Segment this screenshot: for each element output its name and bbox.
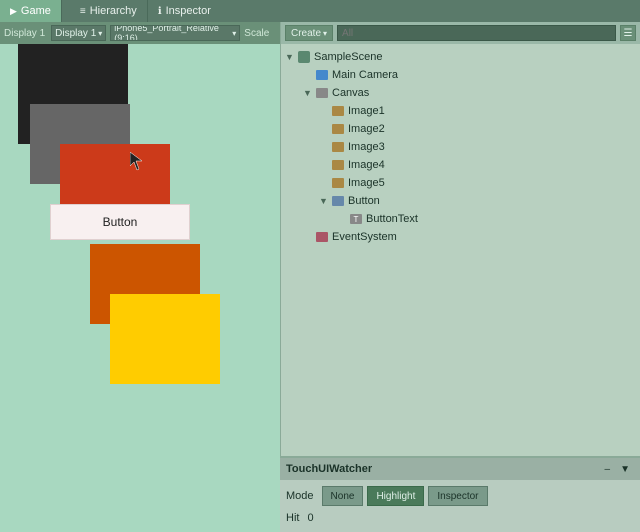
top-tab-bar: ▶ Game ≡ Hierarchy ℹ Inspector (0, 0, 640, 22)
canvas-icon (315, 86, 329, 100)
camera-icon (315, 68, 329, 82)
inspector-tab-label: Inspector (166, 5, 211, 17)
touchui-controls: – ▼ (601, 464, 634, 475)
scene-label: SampleScene (314, 51, 383, 63)
hierarchy-content: ▼ SampleScene ▶ Main Camera ▼ Canvas (281, 44, 640, 456)
hierarchy-toolbar: Create ▾ ☰ (281, 22, 640, 44)
mode-inspector-button[interactable]: Inspector (428, 486, 487, 506)
button-tree-label: Button (348, 195, 380, 207)
tab-inspector[interactable]: ℹ Inspector (148, 0, 221, 22)
touchui-minimize-button[interactable]: – (601, 464, 615, 475)
touchui-panel: TouchUIWatcher – ▼ Mode None Highlight (280, 456, 640, 532)
image4-icon (331, 158, 345, 172)
scene-icon (297, 50, 311, 64)
display-dropdown[interactable]: Display 1 ▾ (51, 25, 106, 41)
hierarchy-search[interactable] (337, 25, 616, 41)
touchui-content: Mode None Highlight Inspector Hit 0 (280, 480, 640, 532)
tree-item-button-text[interactable]: ▶ T ButtonText (281, 210, 640, 228)
game-tab-label: Game (21, 5, 51, 17)
scale-label: Scale (244, 28, 269, 39)
button-text-icon: T (349, 212, 363, 226)
resolution-dropdown-arrow: ▾ (232, 29, 236, 38)
expand-arrow-button: ▼ (319, 196, 331, 206)
mode-highlight-label: Highlight (376, 491, 415, 502)
image2-icon (331, 122, 345, 136)
button-text-label: ButtonText (366, 213, 418, 225)
hierarchy-menu-button[interactable]: ☰ (620, 25, 636, 41)
ui-image5-yellow (110, 294, 220, 384)
touchui-close-button[interactable]: ▼ (616, 464, 634, 475)
tree-item-image1[interactable]: ▶ Image1 (281, 102, 640, 120)
tree-item-image3[interactable]: ▶ Image3 (281, 138, 640, 156)
image2-label: Image2 (348, 123, 385, 135)
canvas-label: Canvas (332, 87, 369, 99)
event-system-label: EventSystem (332, 231, 397, 243)
camera-label: Main Camera (332, 69, 398, 81)
tree-item-sample-scene[interactable]: ▼ SampleScene (281, 48, 640, 66)
game-toolbar: Display 1 Display 1 ▾ iPhone5_Portrait_R… (0, 22, 280, 44)
mode-none-button[interactable]: None (322, 486, 364, 506)
mode-label: Mode (286, 490, 314, 502)
button-tree-icon (331, 194, 345, 208)
tab-hierarchy[interactable]: ≡ Hierarchy (70, 0, 148, 22)
image5-icon (331, 176, 345, 190)
hierarchy-search-input[interactable] (342, 28, 611, 39)
mode-inspector-label: Inspector (437, 491, 478, 502)
hierarchy-tab-label: Hierarchy (90, 5, 137, 17)
touchui-title: TouchUIWatcher (286, 463, 372, 475)
right-panels: Create ▾ ☰ ▼ SampleScene (280, 22, 640, 532)
expand-arrow-canvas: ▼ (303, 88, 315, 98)
expand-arrow-scene: ▼ (285, 52, 297, 62)
tree-item-image5[interactable]: ▶ Image5 (281, 174, 640, 192)
game-canvas: Button (0, 44, 280, 532)
event-system-icon (315, 230, 329, 244)
tree-item-event-system[interactable]: ▶ EventSystem (281, 228, 640, 246)
tree-item-button[interactable]: ▼ Button (281, 192, 640, 210)
hierarchy-menu-icon: ☰ (624, 28, 633, 39)
create-button[interactable]: Create ▾ (285, 25, 333, 41)
display-label: Display 1 (4, 28, 45, 39)
image4-label: Image4 (348, 159, 385, 171)
tree-item-image4[interactable]: ▶ Image4 (281, 156, 640, 174)
hierarchy-tab-icon: ≡ (80, 6, 86, 17)
hit-row: Hit 0 (286, 508, 634, 528)
image1-icon (331, 104, 345, 118)
hierarchy-panel: Create ▾ ☰ ▼ SampleScene (280, 22, 640, 456)
mode-none-label: None (331, 491, 355, 502)
tab-game[interactable]: ▶ Game (0, 0, 62, 22)
image1-label: Image1 (348, 105, 385, 117)
resolution-dropdown[interactable]: iPhone5_Portrait_Relative (9:16) ▾ (110, 25, 240, 41)
tree-item-main-camera[interactable]: ▶ Main Camera (281, 66, 640, 84)
display-dropdown-arrow: ▾ (98, 29, 102, 38)
ui-button[interactable]: Button (50, 204, 190, 240)
create-label: Create (291, 28, 321, 39)
image3-label: Image3 (348, 141, 385, 153)
touchui-header: TouchUIWatcher – ▼ (280, 458, 640, 480)
create-arrow: ▾ (323, 29, 327, 38)
inspector-tab-icon: ℹ (158, 6, 162, 17)
game-panel: Display 1 Display 1 ▾ iPhone5_Portrait_R… (0, 22, 280, 532)
hit-label: Hit (286, 512, 299, 524)
ui-button-label: Button (103, 215, 138, 229)
main-area: Display 1 Display 1 ▾ iPhone5_Portrait_R… (0, 22, 640, 532)
tree-item-canvas[interactable]: ▼ Canvas (281, 84, 640, 102)
mode-highlight-button[interactable]: Highlight (367, 486, 424, 506)
resolution-value: iPhone5_Portrait_Relative (9:16) (114, 25, 230, 41)
image3-icon (331, 140, 345, 154)
mode-row: Mode None Highlight Inspector (286, 484, 634, 508)
image5-label: Image5 (348, 177, 385, 189)
game-tab-icon: ▶ (10, 6, 17, 17)
tree-item-image2[interactable]: ▶ Image2 (281, 120, 640, 138)
display-value: Display 1 (55, 28, 96, 39)
hit-value: 0 (307, 512, 313, 524)
